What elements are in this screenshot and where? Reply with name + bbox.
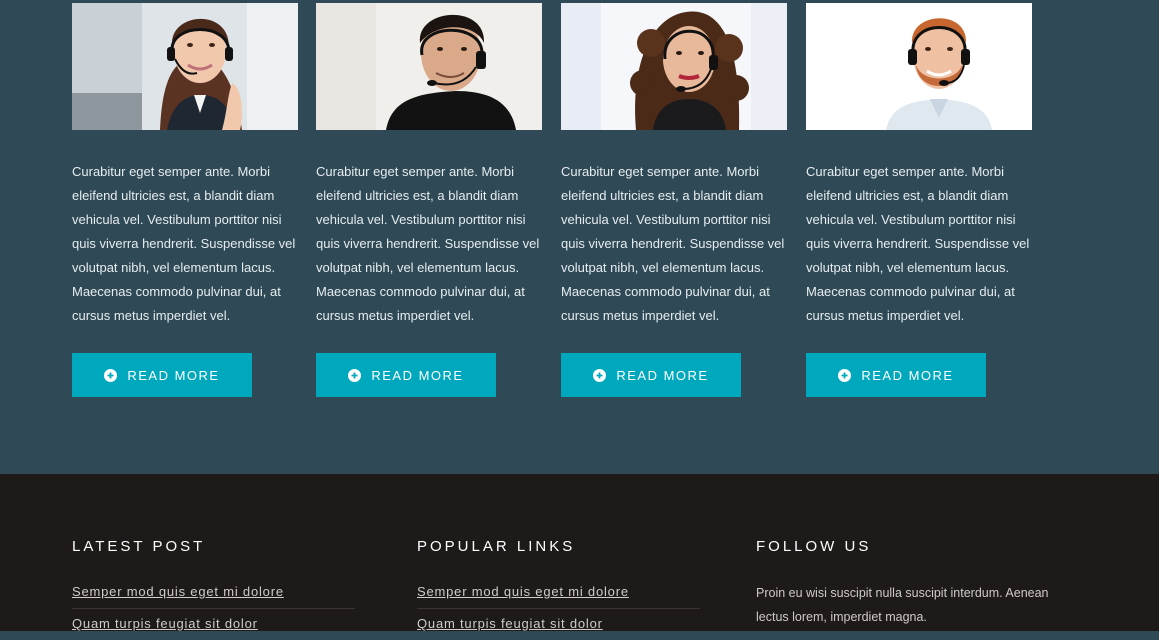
card-description: Curabitur eget semper ante. Morbi eleife…	[316, 164, 540, 323]
plus-circle-icon	[593, 368, 607, 382]
read-more-label: READ MORE	[371, 367, 464, 383]
plus-circle-icon	[104, 368, 118, 382]
read-more-label: READ MORE	[616, 367, 709, 383]
latest-post-heading: LATEST POST	[72, 538, 206, 555]
follow-us-heading: FOLLOW US	[756, 538, 872, 555]
latest-post-link[interactable]: Semper mod quis eget mi dolore	[72, 577, 355, 608]
popular-links-heading: POPULAR LINKS	[417, 538, 576, 555]
redhead-man-headset-photo	[806, 3, 1032, 130]
plus-circle-icon	[348, 368, 362, 382]
team-card: Curabitur eget semper ante. Morbi eleife…	[806, 3, 1032, 397]
popular-link[interactable]: Semper mod quis eget mi dolore	[417, 577, 700, 608]
list-item: Quam turpis feugiat sit dolor	[72, 608, 355, 640]
team-card: Curabitur eget semper ante. Morbi eleife…	[72, 3, 298, 397]
woman-headset-photo	[72, 3, 298, 130]
latest-post-link[interactable]: Quam turpis feugiat sit dolor	[72, 609, 355, 640]
card-description: Curabitur eget semper ante. Morbi eleife…	[806, 164, 1030, 323]
read-more-button[interactable]: READ MORE	[561, 353, 741, 397]
follow-us-column: FOLLOW US Proin eu wisi suscipit nulla s…	[756, 538, 1056, 629]
follow-us-text: Proin eu wisi suscipit nulla suscipit in…	[756, 586, 1049, 624]
list-item: Semper mod quis eget mi dolore	[72, 577, 355, 608]
list-item: Semper mod quis eget mi dolore	[417, 577, 700, 608]
plus-circle-icon	[838, 368, 852, 382]
popular-link[interactable]: Quam turpis feugiat sit dolor	[417, 609, 700, 640]
footer: LATEST POST Semper mod quis eget mi dolo…	[0, 474, 1159, 631]
team-section: Curabitur eget semper ante. Morbi eleife…	[0, 0, 1159, 474]
man-headset-photo	[316, 3, 542, 130]
list-item: Quam turpis feugiat sit dolor	[417, 608, 700, 640]
read-more-button[interactable]: READ MORE	[316, 353, 496, 397]
read-more-label: READ MORE	[127, 367, 220, 383]
team-card: Curabitur eget semper ante. Morbi eleife…	[561, 3, 787, 397]
latest-post-column: LATEST POST Semper mod quis eget mi dolo…	[72, 538, 355, 640]
read-more-label: READ MORE	[861, 367, 954, 383]
card-description: Curabitur eget semper ante. Morbi eleife…	[72, 164, 296, 323]
popular-links-column: POPULAR LINKS Semper mod quis eget mi do…	[417, 538, 700, 640]
read-more-button[interactable]: READ MORE	[806, 353, 986, 397]
read-more-button[interactable]: READ MORE	[72, 353, 252, 397]
curly-woman-headset-photo	[561, 3, 787, 130]
card-description: Curabitur eget semper ante. Morbi eleife…	[561, 164, 785, 323]
team-card: Curabitur eget semper ante. Morbi eleife…	[316, 3, 542, 397]
